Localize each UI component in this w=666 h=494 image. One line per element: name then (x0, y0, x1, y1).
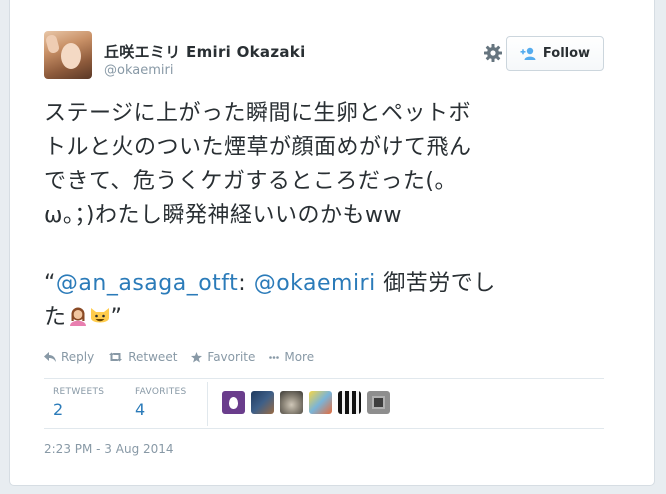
tweet-line-3: できて、危うくケガするところだった(。 (44, 169, 457, 194)
retweet-icon (109, 352, 123, 362)
mention-colon: : (238, 271, 254, 296)
tweet-actions: Reply Retweet Favorite More (44, 350, 314, 364)
favoriter-avatar-egg[interactable] (222, 391, 245, 414)
mention-link-okaemiri[interactable]: @okaemiri (254, 271, 376, 296)
favorite-action[interactable]: Favorite (191, 350, 255, 364)
divider-top (44, 378, 604, 379)
favoriter-avatar-photo-1[interactable] (251, 391, 274, 414)
quote-close: ” (110, 305, 123, 330)
retweets-count[interactable]: 2 (53, 400, 63, 419)
favoriter-avatars (222, 391, 390, 414)
follow-label: Follow (542, 46, 591, 61)
more-dots-icon (269, 355, 280, 359)
reply-action[interactable]: Reply (44, 350, 94, 364)
stats-separator (207, 382, 208, 426)
add-user-icon (520, 47, 536, 60)
favorites-count[interactable]: 4 (135, 400, 145, 419)
smiling-cat-emoji-icon (90, 308, 109, 323)
user-name[interactable]: 丘咲エミリ Emiri Okazaki (104, 41, 306, 62)
follow-button[interactable]: Follow (506, 36, 604, 71)
retweets-label[interactable]: RETWEETS (53, 387, 104, 397)
quote-text-end: た (44, 305, 67, 330)
quote-open: “ (44, 271, 56, 296)
divider-bottom (44, 428, 604, 429)
tweet-line-4: ω。；)わたし瞬発神経いいのかもww (44, 203, 402, 228)
woman-emoji-icon (69, 307, 86, 326)
favoriter-avatar-photo-3[interactable] (309, 391, 332, 414)
more-label: More (284, 350, 315, 364)
retweet-label: Retweet (128, 350, 178, 364)
mention-link-an-asaga-otft[interactable]: @an_asaga_otft (56, 271, 238, 296)
more-action[interactable]: More (269, 350, 314, 364)
favoriter-avatar-photo-2[interactable] (280, 391, 303, 414)
tweet-line-2: トルと火のついた煙草が顔面めがけて飛ん (44, 135, 472, 160)
gear-icon[interactable] (483, 43, 503, 63)
tweet-text: ステージに上がった瞬間に生卵とペットボ トルと火のついた煙草が顔面めがけて飛ん … (44, 97, 610, 335)
favoriter-avatar-photo-5[interactable] (367, 391, 390, 414)
favorites-label[interactable]: FAVORITES (135, 387, 187, 397)
favoriter-avatar-photo-4[interactable] (338, 391, 361, 414)
favorite-label: Favorite (207, 350, 256, 364)
tweet-line-1: ステージに上がった瞬間に生卵とペットボ (44, 101, 472, 126)
reply-icon (44, 352, 56, 362)
user-avatar[interactable] (44, 31, 92, 79)
user-handle[interactable]: @okaemiri (104, 63, 173, 78)
star-icon (191, 351, 203, 362)
tweet-timestamp[interactable]: 2:23 PM - 3 Aug 2014 (44, 442, 174, 456)
reply-label: Reply (61, 350, 95, 364)
retweet-action[interactable]: Retweet (108, 350, 177, 364)
quote-text: 御苦労でし (375, 271, 496, 296)
